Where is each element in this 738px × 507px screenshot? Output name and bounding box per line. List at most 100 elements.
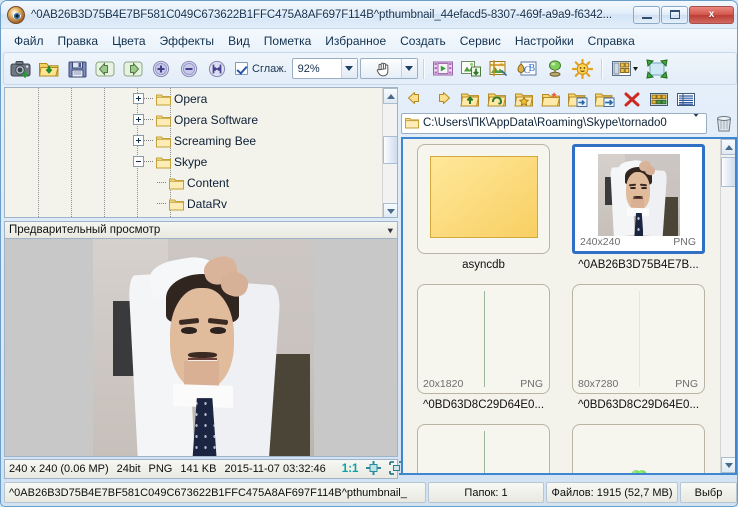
- thumbnail-browser-panel[interactable]: asyncdb 240x240 PNG ^0AB26B3D75B4E7B... …: [401, 137, 737, 475]
- thumbnail-0ab26b3d[interactable]: 240x240 PNG ^0AB26B3D75B4E7B...: [561, 144, 716, 284]
- close-button[interactable]: x: [689, 5, 734, 24]
- zoom-ratio-label[interactable]: 1:1: [342, 463, 359, 475]
- expand-plus-icon[interactable]: [133, 114, 144, 125]
- thumbnail-frame[interactable]: [417, 144, 550, 254]
- hand-tool-chevron-down-icon[interactable]: [400, 59, 417, 78]
- collapse-minus-icon[interactable]: [133, 156, 144, 167]
- copy-to-folder-icon[interactable]: [566, 88, 590, 110]
- scroll-up-button[interactable]: [721, 139, 735, 155]
- tree-item-datarv[interactable]: DataRv: [5, 193, 384, 214]
- smoothing-checkbox[interactable]: [235, 62, 248, 75]
- menu-settings[interactable]: Настройки: [508, 31, 581, 51]
- thumbnails-vertical-scrollbar[interactable]: [720, 139, 735, 473]
- scroll-up-button[interactable]: [383, 88, 397, 104]
- trash-icon[interactable]: [711, 112, 737, 134]
- scroll-down-button[interactable]: [383, 203, 397, 217]
- delete-icon[interactable]: [620, 88, 644, 110]
- thumbnail-view-icon[interactable]: [647, 88, 671, 110]
- new-folder-icon[interactable]: [539, 88, 563, 110]
- menu-create[interactable]: Создать: [393, 31, 453, 51]
- scroll-thumb[interactable]: [383, 136, 397, 164]
- toolbar-separator-1: [422, 58, 425, 79]
- screenshot-capture-icon[interactable]: [8, 56, 34, 82]
- color-balance-icon[interactable]: C B: [514, 56, 540, 82]
- thumbnail-partial-b[interactable]: [561, 424, 716, 473]
- lamp-icon[interactable]: [542, 56, 568, 82]
- zoom-value: 92%: [297, 62, 320, 75]
- hand-tool-combo[interactable]: [359, 58, 418, 79]
- menu-colors[interactable]: Цвета: [105, 31, 152, 51]
- fullscreen-icon[interactable]: [644, 56, 670, 82]
- preview-photo: [93, 239, 314, 456]
- batch-convert-icon[interactable]: [458, 56, 484, 82]
- menu-effects[interactable]: Эффекты: [153, 31, 222, 51]
- thumbnail-partial-a[interactable]: [406, 424, 561, 473]
- previous-icon[interactable]: [92, 56, 118, 82]
- thumbnail-frame[interactable]: [572, 424, 705, 473]
- menu-edit[interactable]: Правка: [51, 31, 106, 51]
- menu-favorites[interactable]: Избранное: [318, 31, 393, 51]
- address-bar[interactable]: C:\Users\ПК\AppData\Roaming\Skype\tornad…: [401, 112, 707, 134]
- menu-file[interactable]: Файл: [7, 31, 51, 51]
- window-controls: x: [633, 5, 734, 24]
- menu-mark[interactable]: Пометка: [257, 31, 319, 51]
- thumbnail-frame[interactable]: 80x7280 PNG: [572, 284, 705, 394]
- move-to-folder-icon[interactable]: [593, 88, 617, 110]
- favorites-folder-icon[interactable]: [512, 88, 536, 110]
- tree-item-skype[interactable]: Skype: [5, 151, 384, 172]
- menu-view[interactable]: Вид: [221, 31, 257, 51]
- refresh-folder-icon[interactable]: [485, 88, 509, 110]
- open-folder-icon[interactable]: [36, 56, 62, 82]
- thumbnail-frame[interactable]: 20x1820 PNG: [417, 284, 550, 394]
- minimize-button[interactable]: [633, 5, 660, 24]
- svg-text:B: B: [528, 63, 535, 74]
- brightness-icon[interactable]: [570, 56, 596, 82]
- zoom-in-icon[interactable]: [148, 56, 174, 82]
- zoom-out-icon[interactable]: [176, 56, 202, 82]
- save-icon[interactable]: [64, 56, 90, 82]
- parent-folder-icon[interactable]: [458, 88, 482, 110]
- folder-icon: [169, 177, 184, 189]
- menu-help[interactable]: Справка: [581, 31, 642, 51]
- smoothing-checkbox-group[interactable]: Сглаж.: [235, 62, 287, 75]
- tree-item-screaming-bee[interactable]: Screaming Bee: [5, 130, 384, 151]
- thumbnail-format: PNG: [675, 378, 698, 390]
- smoothing-label: Сглаж.: [252, 62, 287, 75]
- status-folders: Папок: 1: [428, 482, 544, 503]
- forward-arrow-icon[interactable]: [431, 88, 455, 110]
- maximize-button[interactable]: [661, 5, 688, 24]
- next-icon[interactable]: [120, 56, 146, 82]
- hand-icon: [366, 61, 401, 77]
- slideshow-icon[interactable]: [430, 56, 456, 82]
- thumbnail-0bd63d8c-b[interactable]: 80x7280 PNG ^0BD63D8C29D64E0...: [561, 284, 716, 424]
- fit-icon[interactable]: [366, 460, 382, 478]
- layout-icon[interactable]: [608, 56, 642, 82]
- menu-tools[interactable]: Сервис: [453, 31, 508, 51]
- zoom-combo[interactable]: 92%: [291, 58, 358, 79]
- thumbnail-frame[interactable]: [417, 424, 550, 473]
- folder-tree-panel[interactable]: Opera Opera Software Screaming Bee Skype…: [4, 87, 398, 218]
- address-chevron-down-icon[interactable]: [686, 113, 706, 129]
- tree-item-my-skype-received-files[interactable]: My Skype Received Files: [5, 214, 384, 217]
- thumbnail-asyncdb[interactable]: asyncdb: [406, 144, 561, 284]
- tree-vertical-scrollbar[interactable]: [382, 88, 397, 217]
- expand-plus-icon[interactable]: [133, 135, 144, 146]
- tree-item-content[interactable]: Content: [5, 172, 384, 193]
- info-file-size: 141 KB: [180, 463, 217, 475]
- preview-image-area[interactable]: [4, 239, 398, 457]
- thumbnail-frame-selected[interactable]: 240x240 PNG: [572, 144, 705, 254]
- back-arrow-icon[interactable]: [404, 88, 428, 110]
- tree-item-opera[interactable]: Opera: [5, 88, 384, 109]
- chevron-double-down-icon[interactable]: ▾: [387, 224, 393, 235]
- scroll-thumb[interactable]: [721, 157, 735, 187]
- details-view-icon[interactable]: [674, 88, 698, 110]
- fit-window-icon[interactable]: [204, 56, 230, 82]
- thumbnail-image: [429, 156, 538, 238]
- zoom-combo-chevron-down-icon[interactable]: [340, 59, 357, 78]
- scroll-down-button[interactable]: [721, 457, 735, 473]
- crop-icon[interactable]: [486, 56, 512, 82]
- expand-plus-icon[interactable]: [133, 93, 144, 104]
- thumbnail-0bd63d8c-a[interactable]: 20x1820 PNG ^0BD63D8C29D64E0...: [406, 284, 561, 424]
- folder-tree[interactable]: Opera Opera Software Screaming Bee Skype…: [5, 88, 384, 217]
- tree-item-opera-software[interactable]: Opera Software: [5, 109, 384, 130]
